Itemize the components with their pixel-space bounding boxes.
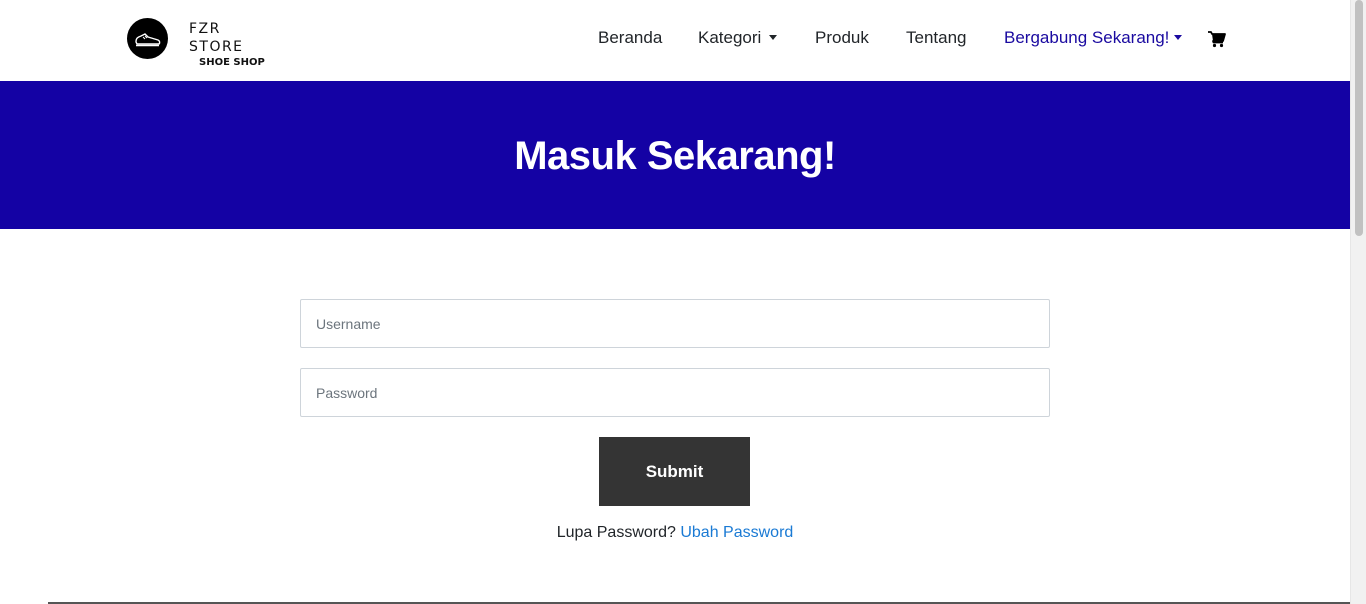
change-password-link[interactable]: Ubah Password: [680, 524, 793, 541]
nav-item-bergabung[interactable]: Bergabung Sekarang!: [1004, 28, 1183, 48]
forgot-password: Lupa Password? Ubah Password: [0, 523, 1350, 543]
forgot-password-text: Lupa Password?: [556, 524, 676, 541]
nav-item-label: Bergabung Sekarang!: [1004, 28, 1170, 47]
hero-banner: Masuk Sekarang!: [0, 81, 1350, 229]
password-input[interactable]: [300, 368, 1050, 417]
sneaker-icon: [127, 18, 168, 59]
cart-icon[interactable]: [1208, 30, 1226, 48]
scrollbar-thumb[interactable]: [1355, 0, 1363, 236]
navbar: FZR STORE SHOE SHOP Beranda Kategori Pro…: [0, 0, 1350, 81]
brand-name: FZR STORE: [189, 21, 244, 55]
nav-item-tentang[interactable]: Tentang: [906, 28, 967, 48]
brand-text: FZR STORE SHOE SHOP: [189, 20, 279, 70]
vertical-scrollbar[interactable]: [1350, 0, 1366, 604]
caret-down-icon: [769, 35, 778, 40]
nav-item-produk[interactable]: Produk: [815, 28, 869, 48]
nav-item-beranda[interactable]: Beranda: [598, 28, 662, 48]
caret-down-icon: [1174, 35, 1183, 40]
nav-item-label: Tentang: [906, 28, 967, 47]
page: FZR STORE SHOE SHOP Beranda Kategori Pro…: [0, 0, 1350, 604]
username-input[interactable]: [300, 299, 1050, 348]
submit-button[interactable]: Submit: [599, 437, 750, 506]
nav-item-kategori[interactable]: Kategori: [698, 28, 778, 48]
brand[interactable]: FZR STORE SHOE SHOP: [127, 18, 265, 68]
nav-item-label: Beranda: [598, 28, 663, 47]
nav-item-label: Kategori: [698, 28, 762, 47]
page-title: Masuk Sekarang!: [514, 134, 836, 178]
brand-subtitle: SHOE SHOP: [199, 57, 265, 68]
nav-item-label: Produk: [815, 28, 869, 47]
